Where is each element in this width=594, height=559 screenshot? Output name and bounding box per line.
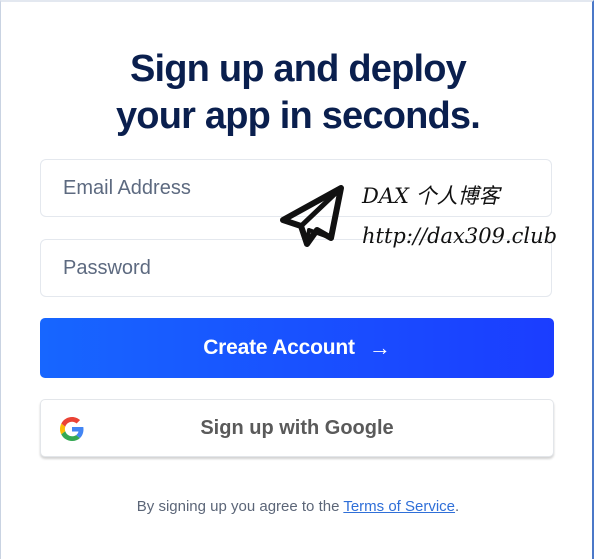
create-account-button[interactable]: Create Account →	[40, 318, 554, 378]
page-title-line-2: your app in seconds.	[115, 95, 481, 137]
terms-of-service-link[interactable]: Terms of Service	[343, 498, 455, 515]
watermark-title: DAX 个人博客	[362, 184, 500, 208]
page-title-line-1: Sign up and deploy	[129, 48, 467, 90]
arrow-right-icon: →	[368, 335, 391, 360]
terms-prefix: By signing up you agree to the	[136, 498, 344, 515]
paper-plane-icon	[280, 185, 344, 247]
signup-card: Sign up and deploy your app in seconds. …	[0, 0, 594, 559]
page-title: Sign up and deploy your app in seconds.	[1, 46, 594, 140]
google-signup-button[interactable]: Sign up with Google	[40, 399, 554, 457]
watermark-url: http://dax309.club	[362, 224, 558, 248]
google-signup-label: Sign up with Google	[200, 416, 394, 439]
terms-notice: By signing up you agree to the Terms of …	[1, 498, 594, 515]
terms-suffix: .	[455, 498, 460, 515]
create-account-label: Create Account	[203, 336, 355, 359]
